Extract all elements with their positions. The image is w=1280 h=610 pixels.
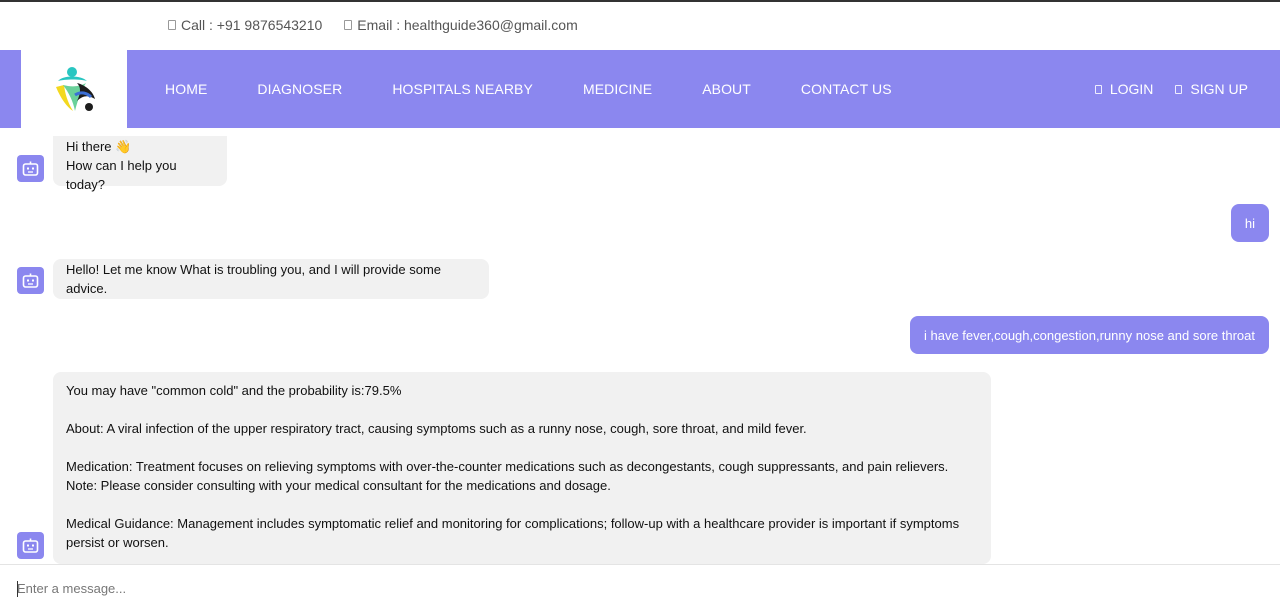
- robot-icon: [22, 161, 39, 176]
- greeting-line-2: How can I help you today?: [66, 158, 177, 192]
- mail-icon: [344, 20, 353, 30]
- bot-message-greeting: Hi there 👋 How can I help you today?: [53, 136, 227, 192]
- medication-text: Medication: Treatment focuses on relievi…: [66, 459, 949, 474]
- user-message: hi: [1230, 204, 1269, 242]
- about-text: About: A viral infection of the upper re…: [66, 421, 807, 436]
- call-text: Call : +91 9876543210: [181, 17, 323, 33]
- chat-log[interactable]: Hi there 👋 How can I help you today? hi …: [0, 128, 1280, 564]
- nav-contact-us[interactable]: CONTACT US: [801, 81, 892, 97]
- email-text: Email : healthguide360@gmail.com: [357, 17, 578, 33]
- message-composer: [0, 564, 1280, 610]
- login-icon: [1094, 84, 1102, 94]
- nav-home[interactable]: HOME: [165, 81, 207, 97]
- signup-icon: [1175, 84, 1183, 94]
- nav-medicine[interactable]: MEDICINE: [583, 81, 652, 97]
- note-text: Note: Please consider consulting with yo…: [66, 478, 611, 493]
- user-message-text: hi: [1244, 215, 1255, 231]
- main-navbar: HOME DIAGNOSER HOSPITALS NEARBY MEDICINE…: [0, 50, 1280, 128]
- robot-icon: [22, 273, 39, 288]
- text-caret: [17, 581, 18, 597]
- guidance-text: Medical Guidance: Management includes sy…: [66, 516, 960, 550]
- call-info[interactable]: Call : +91 9876543210: [168, 17, 322, 33]
- user-message-text: i have fever,cough,congestion,runny nose…: [924, 327, 1255, 343]
- diagnosis-text: You may have "common cold" and the proba…: [66, 383, 402, 398]
- signup-label: SIGN UP: [1190, 81, 1248, 97]
- signup-link[interactable]: SIGN UP: [1175, 81, 1248, 97]
- nav-hospitals-nearby[interactable]: HOSPITALS NEARBY: [392, 81, 533, 97]
- nav-about[interactable]: ABOUT: [702, 81, 751, 97]
- greeting-line-1: Hi there 👋: [66, 139, 132, 154]
- bot-message-text: Hello! Let me know What is troubling you…: [66, 262, 442, 296]
- auth-links: LOGIN SIGN UP: [1073, 50, 1248, 128]
- logo-icon: [56, 67, 95, 111]
- site-logo[interactable]: [21, 50, 127, 128]
- user-message: i have fever,cough,congestion,runny nose…: [910, 316, 1269, 354]
- robot-icon: [22, 538, 39, 553]
- contact-bar: Call : +91 9876543210 Email : healthguid…: [0, 2, 1280, 48]
- message-input[interactable]: [0, 565, 1240, 610]
- login-label: LOGIN: [1109, 81, 1154, 97]
- bot-diagnosis-message: You may have "common cold" and the proba…: [53, 372, 991, 564]
- phone-icon: [168, 20, 176, 30]
- nav-diagnoser[interactable]: DIAGNOSER: [257, 81, 342, 97]
- login-link[interactable]: LOGIN: [1094, 81, 1154, 97]
- bot-avatar: [17, 155, 44, 182]
- bot-message: Hello! Let me know What is troubling you…: [53, 259, 489, 299]
- bot-avatar: [17, 267, 44, 294]
- email-info[interactable]: Email : healthguide360@gmail.com: [344, 17, 578, 33]
- bot-avatar: [17, 532, 44, 559]
- nav-links: HOME DIAGNOSER HOSPITALS NEARBY MEDICINE…: [165, 50, 942, 128]
